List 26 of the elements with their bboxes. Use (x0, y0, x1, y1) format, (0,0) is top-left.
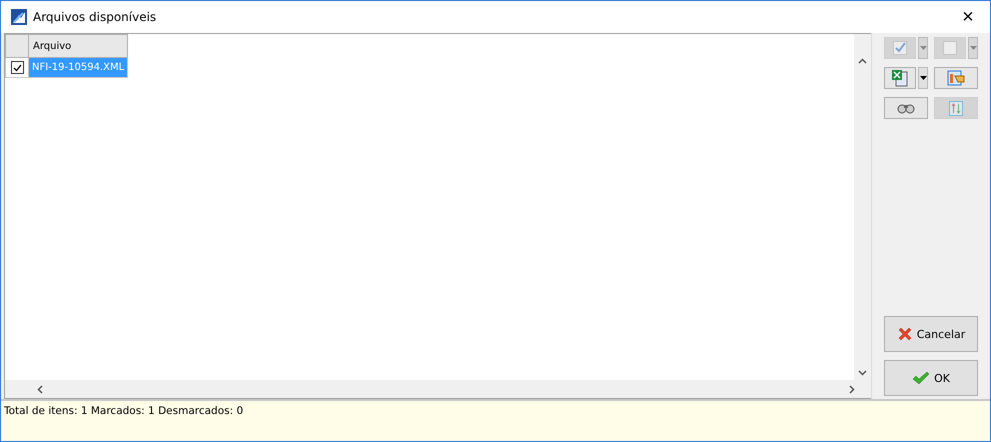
checkmark-icon (912, 371, 930, 385)
sort-icon (949, 100, 963, 116)
toolbar-button[interactable] (884, 97, 928, 119)
ok-button[interactable]: OK (884, 360, 978, 396)
close-button[interactable]: × (946, 1, 990, 33)
cross-icon (896, 326, 913, 342)
scroll-right-icon[interactable] (849, 384, 855, 394)
app-logo-icon (11, 9, 27, 25)
caret-icon (970, 46, 976, 50)
column-header[interactable]: Arquivo (28, 34, 128, 58)
cancel-button[interactable]: Cancelar (884, 316, 978, 352)
checkbox-checked-icon (893, 41, 907, 55)
spreadsheet-icon (891, 69, 909, 87)
window-title: Arquivos disponíveis (33, 10, 158, 24)
row-checkbox[interactable] (10, 61, 24, 74)
dropdown-button[interactable] (918, 67, 928, 89)
scroll-left-icon[interactable] (37, 384, 43, 394)
status-bar: Total de itens: 1 Marcados: 1 Desmarcados: 0 (1, 399, 990, 441)
checkbox-empty-icon (943, 41, 957, 55)
toolbar-button[interactable] (884, 67, 916, 89)
scroll-down-icon[interactable] (858, 370, 867, 376)
caret-icon (920, 76, 926, 80)
scroll-up-icon[interactable] (858, 58, 867, 64)
toolbar-button[interactable] (934, 67, 978, 89)
caret-icon (920, 46, 926, 50)
binoculars-icon (897, 102, 915, 114)
